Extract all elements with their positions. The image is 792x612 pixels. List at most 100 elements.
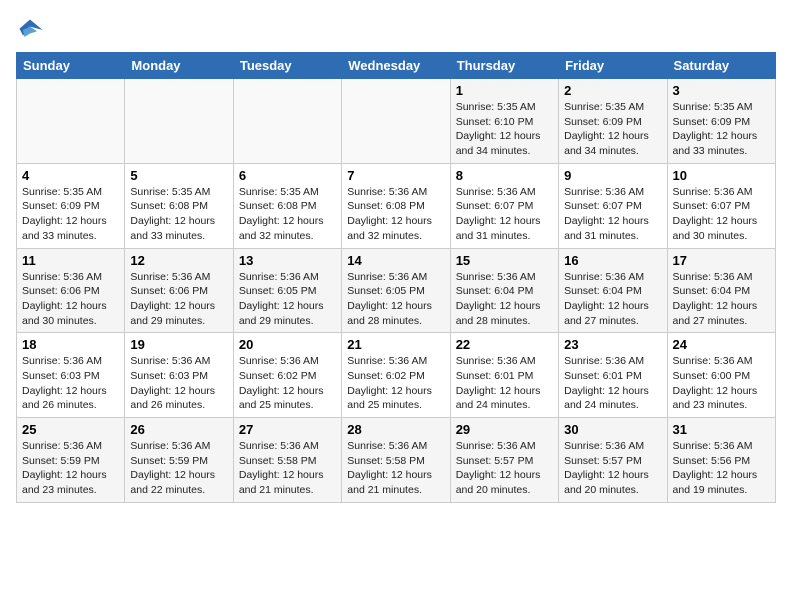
calendar-cell: 1Sunrise: 5:35 AM Sunset: 6:10 PM Daylig… xyxy=(450,79,558,164)
day-number: 17 xyxy=(673,253,770,268)
day-number: 18 xyxy=(22,337,119,352)
calendar-cell: 14 Sunrise: 5:36 AM Sunset: 6:05 PM Dayli… xyxy=(342,248,450,333)
day-number: 23 xyxy=(564,337,661,352)
day-info: Sunrise: 5:36 AM Sunset: 5:58 PM Dayligh… xyxy=(239,439,336,498)
calendar-week-row: 1Sunrise: 5:35 AM Sunset: 6:10 PM Daylig… xyxy=(17,79,776,164)
calendar-cell: 6 Sunrise: 5:35 AM Sunset: 6:08 PM Daylig… xyxy=(233,163,341,248)
day-number: 25 xyxy=(22,422,119,437)
calendar-cell: 26 Sunrise: 5:36 AM Sunset: 5:59 PM Dayli… xyxy=(125,418,233,503)
logo-bird-icon xyxy=(16,16,44,44)
day-number: 22 xyxy=(456,337,553,352)
day-number: 6 xyxy=(239,168,336,183)
calendar-cell: 28 Sunrise: 5:36 AM Sunset: 5:58 PM Dayli… xyxy=(342,418,450,503)
day-info: Sunrise: 5:36 AM Sunset: 6:07 PM Dayligh… xyxy=(564,185,661,244)
day-info: Sunrise: 5:36 AM Sunset: 5:58 PM Dayligh… xyxy=(347,439,444,498)
day-info: Sunrise: 5:36 AM Sunset: 6:01 PM Dayligh… xyxy=(564,354,661,413)
day-number: 28 xyxy=(347,422,444,437)
calendar-cell: 16 Sunrise: 5:36 AM Sunset: 6:04 PM Dayli… xyxy=(559,248,667,333)
calendar-cell: 27 Sunrise: 5:36 AM Sunset: 5:58 PM Dayli… xyxy=(233,418,341,503)
day-info: Sunrise: 5:36 AM Sunset: 6:07 PM Dayligh… xyxy=(673,185,770,244)
day-number: 7 xyxy=(347,168,444,183)
calendar-cell: 13 Sunrise: 5:36 AM Sunset: 6:05 PM Dayli… xyxy=(233,248,341,333)
day-number: 8 xyxy=(456,168,553,183)
calendar-cell: 31Sunrise: 5:36 AM Sunset: 5:56 PM Dayli… xyxy=(667,418,775,503)
day-number: 5 xyxy=(130,168,227,183)
calendar-cell: 20Sunrise: 5:36 AM Sunset: 6:02 PM Dayli… xyxy=(233,333,341,418)
calendar-cell xyxy=(125,79,233,164)
day-info: Sunrise: 5:36 AM Sunset: 6:01 PM Dayligh… xyxy=(456,354,553,413)
calendar-cell: 21Sunrise: 5:36 AM Sunset: 6:02 PM Dayli… xyxy=(342,333,450,418)
calendar-cell xyxy=(342,79,450,164)
day-info: Sunrise: 5:35 AM Sunset: 6:08 PM Dayligh… xyxy=(130,185,227,244)
weekday-header: Friday xyxy=(559,53,667,79)
day-number: 11 xyxy=(22,253,119,268)
day-info: Sunrise: 5:36 AM Sunset: 6:05 PM Dayligh… xyxy=(239,270,336,329)
day-number: 29 xyxy=(456,422,553,437)
calendar-cell: 29 Sunrise: 5:36 AM Sunset: 5:57 PM Dayli… xyxy=(450,418,558,503)
day-info: Sunrise: 5:36 AM Sunset: 6:06 PM Dayligh… xyxy=(22,270,119,329)
day-number: 19 xyxy=(130,337,227,352)
calendar-cell xyxy=(233,79,341,164)
calendar-cell: 18 Sunrise: 5:36 AM Sunset: 6:03 PM Dayli… xyxy=(17,333,125,418)
calendar-cell xyxy=(17,79,125,164)
day-info: Sunrise: 5:35 AM Sunset: 6:09 PM Dayligh… xyxy=(22,185,119,244)
calendar-cell: 11 Sunrise: 5:36 AM Sunset: 6:06 PM Dayli… xyxy=(17,248,125,333)
weekday-header: Thursday xyxy=(450,53,558,79)
day-number: 27 xyxy=(239,422,336,437)
day-number: 12 xyxy=(130,253,227,268)
day-info: Sunrise: 5:36 AM Sunset: 6:03 PM Dayligh… xyxy=(130,354,227,413)
calendar-cell: 17 Sunrise: 5:36 AM Sunset: 6:04 PM Dayli… xyxy=(667,248,775,333)
calendar-week-row: 11 Sunrise: 5:36 AM Sunset: 6:06 PM Dayli… xyxy=(17,248,776,333)
day-info: Sunrise: 5:36 AM Sunset: 6:06 PM Dayligh… xyxy=(130,270,227,329)
day-number: 4 xyxy=(22,168,119,183)
day-number: 13 xyxy=(239,253,336,268)
day-info: Sunrise: 5:35 AM Sunset: 6:09 PM Dayligh… xyxy=(673,100,770,159)
day-info: Sunrise: 5:36 AM Sunset: 6:04 PM Dayligh… xyxy=(673,270,770,329)
weekday-header: Sunday xyxy=(17,53,125,79)
day-info: Sunrise: 5:36 AM Sunset: 6:04 PM Dayligh… xyxy=(456,270,553,329)
day-number: 10 xyxy=(673,168,770,183)
day-number: 26 xyxy=(130,422,227,437)
day-info: Sunrise: 5:35 AM Sunset: 6:08 PM Dayligh… xyxy=(239,185,336,244)
day-number: 1 xyxy=(456,83,553,98)
calendar-cell: 7Sunrise: 5:36 AM Sunset: 6:08 PM Daylig… xyxy=(342,163,450,248)
day-info: Sunrise: 5:36 AM Sunset: 5:57 PM Dayligh… xyxy=(564,439,661,498)
page-header xyxy=(16,16,776,44)
calendar-cell: 12 Sunrise: 5:36 AM Sunset: 6:06 PM Dayli… xyxy=(125,248,233,333)
day-number: 3 xyxy=(673,83,770,98)
calendar-cell: 25 Sunrise: 5:36 AM Sunset: 5:59 PM Dayli… xyxy=(17,418,125,503)
day-number: 30 xyxy=(564,422,661,437)
calendar-cell: 30 Sunrise: 5:36 AM Sunset: 5:57 PM Dayli… xyxy=(559,418,667,503)
day-number: 24 xyxy=(673,337,770,352)
day-info: Sunrise: 5:36 AM Sunset: 6:03 PM Dayligh… xyxy=(22,354,119,413)
day-info: Sunrise: 5:36 AM Sunset: 6:04 PM Dayligh… xyxy=(564,270,661,329)
day-number: 9 xyxy=(564,168,661,183)
day-info: Sunrise: 5:36 AM Sunset: 6:00 PM Dayligh… xyxy=(673,354,770,413)
day-number: 16 xyxy=(564,253,661,268)
day-info: Sunrise: 5:36 AM Sunset: 6:05 PM Dayligh… xyxy=(347,270,444,329)
calendar-cell: 9 Sunrise: 5:36 AM Sunset: 6:07 PM Daylig… xyxy=(559,163,667,248)
day-number: 15 xyxy=(456,253,553,268)
day-number: 14 xyxy=(347,253,444,268)
day-number: 21 xyxy=(347,337,444,352)
weekday-header: Wednesday xyxy=(342,53,450,79)
calendar-cell: 19 Sunrise: 5:36 AM Sunset: 6:03 PM Dayli… xyxy=(125,333,233,418)
day-number: 2 xyxy=(564,83,661,98)
calendar-cell: 5 Sunrise: 5:35 AM Sunset: 6:08 PM Daylig… xyxy=(125,163,233,248)
calendar-cell: 2Sunrise: 5:35 AM Sunset: 6:09 PM Daylig… xyxy=(559,79,667,164)
calendar-cell: 10 Sunrise: 5:36 AM Sunset: 6:07 PM Dayli… xyxy=(667,163,775,248)
calendar-cell: 8Sunrise: 5:36 AM Sunset: 6:07 PM Daylig… xyxy=(450,163,558,248)
day-info: Sunrise: 5:36 AM Sunset: 5:59 PM Dayligh… xyxy=(130,439,227,498)
day-info: Sunrise: 5:36 AM Sunset: 6:02 PM Dayligh… xyxy=(239,354,336,413)
weekday-header: Monday xyxy=(125,53,233,79)
calendar-week-row: 4 Sunrise: 5:35 AM Sunset: 6:09 PM Daylig… xyxy=(17,163,776,248)
day-info: Sunrise: 5:36 AM Sunset: 5:59 PM Dayligh… xyxy=(22,439,119,498)
calendar-week-row: 18 Sunrise: 5:36 AM Sunset: 6:03 PM Dayli… xyxy=(17,333,776,418)
calendar-cell: 4 Sunrise: 5:35 AM Sunset: 6:09 PM Daylig… xyxy=(17,163,125,248)
day-info: Sunrise: 5:36 AM Sunset: 5:57 PM Dayligh… xyxy=(456,439,553,498)
day-number: 31 xyxy=(673,422,770,437)
calendar-week-row: 25 Sunrise: 5:36 AM Sunset: 5:59 PM Dayli… xyxy=(17,418,776,503)
weekday-header: Tuesday xyxy=(233,53,341,79)
calendar-cell: 3 Sunrise: 5:35 AM Sunset: 6:09 PM Daylig… xyxy=(667,79,775,164)
calendar-cell: 22 Sunrise: 5:36 AM Sunset: 6:01 PM Dayli… xyxy=(450,333,558,418)
